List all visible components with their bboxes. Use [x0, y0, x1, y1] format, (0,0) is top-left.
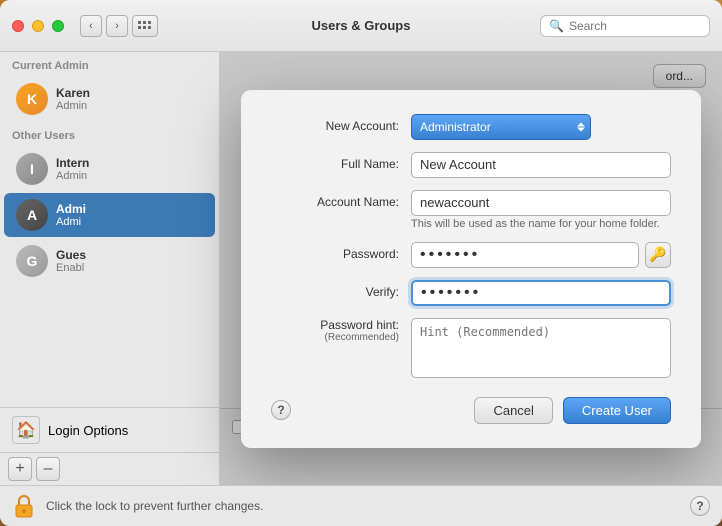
- verify-input[interactable]: [411, 280, 671, 306]
- intern-sub: Admin: [56, 170, 89, 182]
- bottom-bar: Click the lock to prevent further change…: [0, 485, 722, 526]
- password-input-wrap: 🔑: [411, 242, 671, 268]
- avatar-guest: G: [16, 245, 48, 277]
- sidebar-item-guest[interactable]: G Gues Enabl: [4, 239, 215, 283]
- form-row-account-type: New Account: Administrator Standard Shar…: [271, 114, 671, 140]
- modal-buttons: Cancel Create User: [474, 397, 671, 424]
- sidebar-admin-text: Admi Admi: [56, 202, 86, 228]
- nav-buttons: ‹ ›: [80, 15, 128, 37]
- sidebar-guest-text: Gues Enabl: [56, 248, 86, 274]
- hint-label: Password hint:: [271, 318, 399, 332]
- search-icon: 🔍: [549, 19, 564, 33]
- guest-name: Gues: [56, 248, 86, 262]
- hint-textarea[interactable]: [411, 318, 671, 378]
- back-button[interactable]: ‹: [80, 15, 102, 37]
- lock-button[interactable]: [12, 494, 36, 518]
- account-type-select-wrapper: Administrator Standard Sharing Only: [411, 114, 591, 140]
- verify-label: Verify:: [271, 280, 411, 299]
- modal-actions: ? Cancel Create User: [271, 397, 671, 424]
- avatar-karen: K: [16, 83, 48, 115]
- karen-sub: Admin: [56, 100, 90, 112]
- admin-name: Admi: [56, 202, 86, 216]
- back-icon: ‹: [89, 20, 93, 32]
- admin-sub: Admi: [56, 216, 86, 228]
- search-box[interactable]: 🔍: [540, 15, 710, 37]
- account-type-select[interactable]: Administrator Standard Sharing Only: [411, 114, 591, 140]
- current-admin-label: Current Admin: [0, 52, 219, 76]
- karen-name: Karen: [56, 86, 90, 100]
- titlebar: ‹ › Users & Groups 🔍: [0, 0, 722, 52]
- traffic-lights: [12, 20, 64, 32]
- right-panel: ord... New Account: Administrator Standa…: [220, 52, 722, 485]
- password-field: 🔑: [411, 242, 671, 268]
- intern-name: Intern: [56, 156, 89, 170]
- minimize-button[interactable]: [32, 20, 44, 32]
- modal-overlay: New Account: Administrator Standard Shar…: [220, 52, 722, 485]
- cancel-button[interactable]: Cancel: [474, 397, 552, 424]
- key-icon: 🔑: [649, 246, 666, 263]
- grid-button[interactable]: [132, 15, 158, 37]
- help-button[interactable]: ?: [271, 400, 291, 420]
- account-name-label: Account Name:: [271, 190, 411, 209]
- add-user-button[interactable]: +: [8, 457, 32, 481]
- window-title: Users & Groups: [312, 18, 411, 33]
- login-icon: 🏠: [12, 416, 40, 444]
- sidebar-item-intern[interactable]: I Intern Admin: [4, 147, 215, 191]
- hint-sublabel: (Recommended): [271, 332, 399, 343]
- bottom-text: Click the lock to prevent further change…: [46, 499, 680, 513]
- form-row-password: Password: 🔑: [271, 242, 671, 268]
- sidebar-item-admin[interactable]: A Admi Admi: [4, 193, 215, 237]
- main-content: Current Admin K Karen Admin Other Users …: [0, 52, 722, 485]
- bottom-help-button[interactable]: ?: [690, 496, 710, 516]
- forward-icon: ›: [115, 20, 119, 32]
- sidebar: Current Admin K Karen Admin Other Users …: [0, 52, 220, 485]
- create-user-button[interactable]: Create User: [563, 397, 671, 424]
- remove-user-button[interactable]: –: [36, 457, 60, 481]
- form-row-full-name: Full Name:: [271, 152, 671, 178]
- hint-field: [411, 318, 671, 381]
- search-input[interactable]: [569, 19, 701, 33]
- password-input[interactable]: [411, 242, 639, 268]
- grid-icon: [138, 21, 152, 30]
- full-name-label: Full Name:: [271, 152, 411, 171]
- sidebar-intern-text: Intern Admin: [56, 156, 89, 182]
- form-row-verify: Verify:: [271, 280, 671, 306]
- full-name-field: [411, 152, 671, 178]
- guest-sub: Enabl: [56, 262, 86, 274]
- sidebar-bottom: 🏠 Login Options + –: [0, 407, 219, 485]
- account-type-field: Administrator Standard Sharing Only: [411, 114, 671, 140]
- forward-button[interactable]: ›: [106, 15, 128, 37]
- maximize-button[interactable]: [52, 20, 64, 32]
- sidebar-item-karen[interactable]: K Karen Admin: [4, 77, 215, 121]
- other-users-label: Other Users: [0, 122, 219, 146]
- login-options-item[interactable]: 🏠 Login Options: [0, 408, 219, 452]
- close-button[interactable]: [12, 20, 24, 32]
- new-account-label: New Account:: [271, 114, 411, 133]
- main-window: ‹ › Users & Groups 🔍 Current Admin K: [0, 0, 722, 526]
- hint-label-wrap: Password hint: (Recommended): [271, 318, 411, 343]
- new-account-modal: New Account: Administrator Standard Shar…: [241, 90, 701, 448]
- form-row-hint: Password hint: (Recommended): [271, 318, 671, 381]
- account-name-field: This will be used as the name for your h…: [411, 190, 671, 230]
- avatar-intern: I: [16, 153, 48, 185]
- account-name-input[interactable]: [411, 190, 671, 216]
- sidebar-karen-text: Karen Admin: [56, 86, 90, 112]
- account-name-hint: This will be used as the name for your h…: [411, 218, 671, 230]
- full-name-input[interactable]: [411, 152, 671, 178]
- lock-icon: [14, 494, 34, 518]
- password-label: Password:: [271, 242, 411, 261]
- avatar-admin: A: [16, 199, 48, 231]
- verify-field: [411, 280, 671, 306]
- form-row-account-name: Account Name: This will be used as the n…: [271, 190, 671, 230]
- sidebar-action-bar: + –: [0, 452, 219, 485]
- login-options-label: Login Options: [48, 423, 128, 438]
- key-button[interactable]: 🔑: [645, 242, 671, 268]
